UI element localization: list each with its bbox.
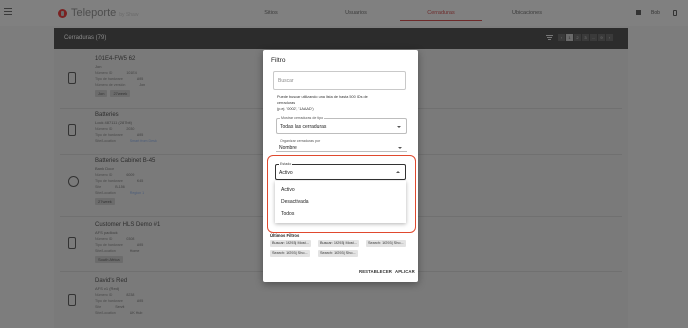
cabinet-lock-icon xyxy=(68,176,79,187)
user-label[interactable]: Bob xyxy=(651,10,660,16)
padlock-device-icon xyxy=(68,124,76,136)
lock-description: Lock 487111 (287bit) xyxy=(95,120,132,125)
sort-by-label: Organizar cerraduras por xyxy=(280,139,321,143)
tab-sitios[interactable]: Sitios xyxy=(262,10,280,16)
lock-description: Bank Door xyxy=(95,166,114,171)
page-button[interactable]: 3 xyxy=(582,34,589,41)
chevron-down-icon xyxy=(397,126,401,128)
tag: South Africa xyxy=(95,256,123,263)
lock-type-select[interactable]: Mostrar cerraduras de tipo Todas las cer… xyxy=(276,116,407,134)
last-filter-chip[interactable]: Buscar: 1f293| Most... xyxy=(318,240,359,247)
tab-cerraduras[interactable]: Cerraduras xyxy=(426,10,456,16)
lock-type-label: Mostrar cerraduras de tipo xyxy=(280,116,325,120)
lock-detail: Número ID 101E4 xyxy=(95,71,137,75)
lock-description: AFS padlock xyxy=(95,230,118,235)
lock-detail: Tipo de hardware A95 xyxy=(95,77,144,81)
search-input[interactable]: Buscar xyxy=(273,71,406,90)
filter-icon[interactable] xyxy=(546,35,553,40)
notifications-icon[interactable] xyxy=(636,10,641,15)
search-placeholder: Buscar xyxy=(278,78,294,84)
estado-options-menu: Activo Desactivada Todos xyxy=(275,181,406,223)
lock-detail: Número ID 0308 xyxy=(95,237,135,241)
lock-description: Jon xyxy=(95,64,102,69)
last-filters-title: Últimos Filtros xyxy=(270,233,300,238)
tab-ubicaciones[interactable]: Ubicaciones xyxy=(511,10,543,16)
lock-type-value: Todas las cerraduras xyxy=(280,124,327,130)
lock-detail: Site Servit xyxy=(95,305,125,309)
sort-by-value: Nombre xyxy=(279,145,297,151)
app-name: Teleporte xyxy=(71,7,117,19)
estado-label: Estado xyxy=(279,162,293,166)
prev-page-icon[interactable]: ‹ xyxy=(558,34,565,41)
lock-tags: 27week xyxy=(95,198,115,205)
lock-name: Customer HLS Demo #1 xyxy=(95,222,161,228)
active-tab-indicator xyxy=(400,20,482,21)
dialog-title: Filtro xyxy=(271,57,286,64)
top-app-bar: Teleporte by Shaw Sitios Usuarios Cerrad… xyxy=(0,0,688,26)
last-filter-chip[interactable]: Search: 1f293| Sho... xyxy=(270,250,310,257)
lock-detail: Site/Location Smart from Desk xyxy=(95,139,157,143)
panel-title: Cerraduras (79) xyxy=(64,35,107,41)
last-filter-chip[interactable]: Buscar: 1f293| Most... xyxy=(270,240,311,247)
chevron-down-icon xyxy=(398,147,402,149)
tag: 27week xyxy=(95,198,115,205)
estado-option-todos[interactable]: Todos xyxy=(281,211,294,217)
page-button[interactable]: 2 xyxy=(574,34,581,41)
page-ellipsis: ... xyxy=(590,34,597,41)
sort-by-select[interactable]: Organizar cerraduras por Nombre xyxy=(276,139,407,152)
lock-detail: Tipo de hardware A95 xyxy=(95,299,144,303)
search-helper-text: Puede buscar utilizando una lista de has… xyxy=(277,95,368,111)
lock-detail: Site/Location UK Hub xyxy=(95,311,143,315)
tag: 27week xyxy=(110,90,131,97)
lock-detail: Tipo de hardware A95 xyxy=(95,133,144,137)
lock-detail: Número ID 6009 xyxy=(95,173,135,177)
apply-button[interactable]: APLICAR xyxy=(395,269,415,274)
lock-name: Batteries xyxy=(95,112,119,118)
chevron-up-icon xyxy=(396,171,400,173)
lock-description: AFS v1 (Red) xyxy=(95,286,120,291)
teleporte-logo-icon xyxy=(58,8,67,18)
lock-detail: Site B-156 xyxy=(95,185,125,189)
last-filter-chip[interactable]: Search: 1f293| Sho... xyxy=(318,250,358,257)
reset-button[interactable]: RESTABLECER xyxy=(359,269,392,274)
lock-detail: Tipo de hardware A95 xyxy=(95,243,144,247)
lock-detail: Número de versión Jon xyxy=(95,83,146,87)
lock-name: Batteries Cabinet B-45 xyxy=(95,158,156,164)
lock-tags: South Africa xyxy=(95,256,123,263)
estado-select[interactable]: Estado Activo xyxy=(275,162,406,180)
padlock-device-icon xyxy=(68,294,76,306)
padlock-device-icon xyxy=(68,72,76,84)
lock-tags: Jon 27week xyxy=(95,90,131,97)
next-page-icon[interactable]: › xyxy=(606,34,613,41)
padlock-device-icon xyxy=(68,237,76,249)
estado-option-activo[interactable]: Activo xyxy=(281,187,295,193)
lock-detail: Site/Location Region 1 xyxy=(95,191,145,195)
logout-lock-icon[interactable] xyxy=(673,10,677,16)
last-filter-chip[interactable]: Search: 1f293| Sho... xyxy=(366,240,406,247)
tab-usuarios[interactable]: Usuarios xyxy=(343,10,369,16)
hamburger-menu-icon[interactable] xyxy=(4,8,12,15)
page-button[interactable]: 1 xyxy=(566,34,573,41)
estado-option-desactivada[interactable]: Desactivada xyxy=(281,199,309,205)
list-item[interactable]: David's Red AFS v1 (Red) Número ID 8238 T… xyxy=(60,278,628,328)
lock-name: 101E4-FW5 62 xyxy=(95,56,136,62)
panel-header: Cerraduras (79) ‹ 1 2 3 ... 9 › xyxy=(54,28,628,49)
lock-detail: Número ID 8238 xyxy=(95,293,135,297)
estado-value: Activo xyxy=(279,170,293,176)
pagination: ‹ 1 2 3 ... 9 › xyxy=(558,34,613,41)
tag: Jon xyxy=(95,90,108,97)
lock-detail: Site/Location Home xyxy=(95,249,140,253)
lock-detail: Número ID 2030 xyxy=(95,127,135,131)
lock-detail: Tipo de hardware K45 xyxy=(95,179,144,183)
app-logo: Teleporte by Shaw xyxy=(58,7,138,19)
page-button[interactable]: 9 xyxy=(598,34,605,41)
app-subtitle: by Shaw xyxy=(119,12,139,18)
lock-name: David's Red xyxy=(95,278,128,284)
